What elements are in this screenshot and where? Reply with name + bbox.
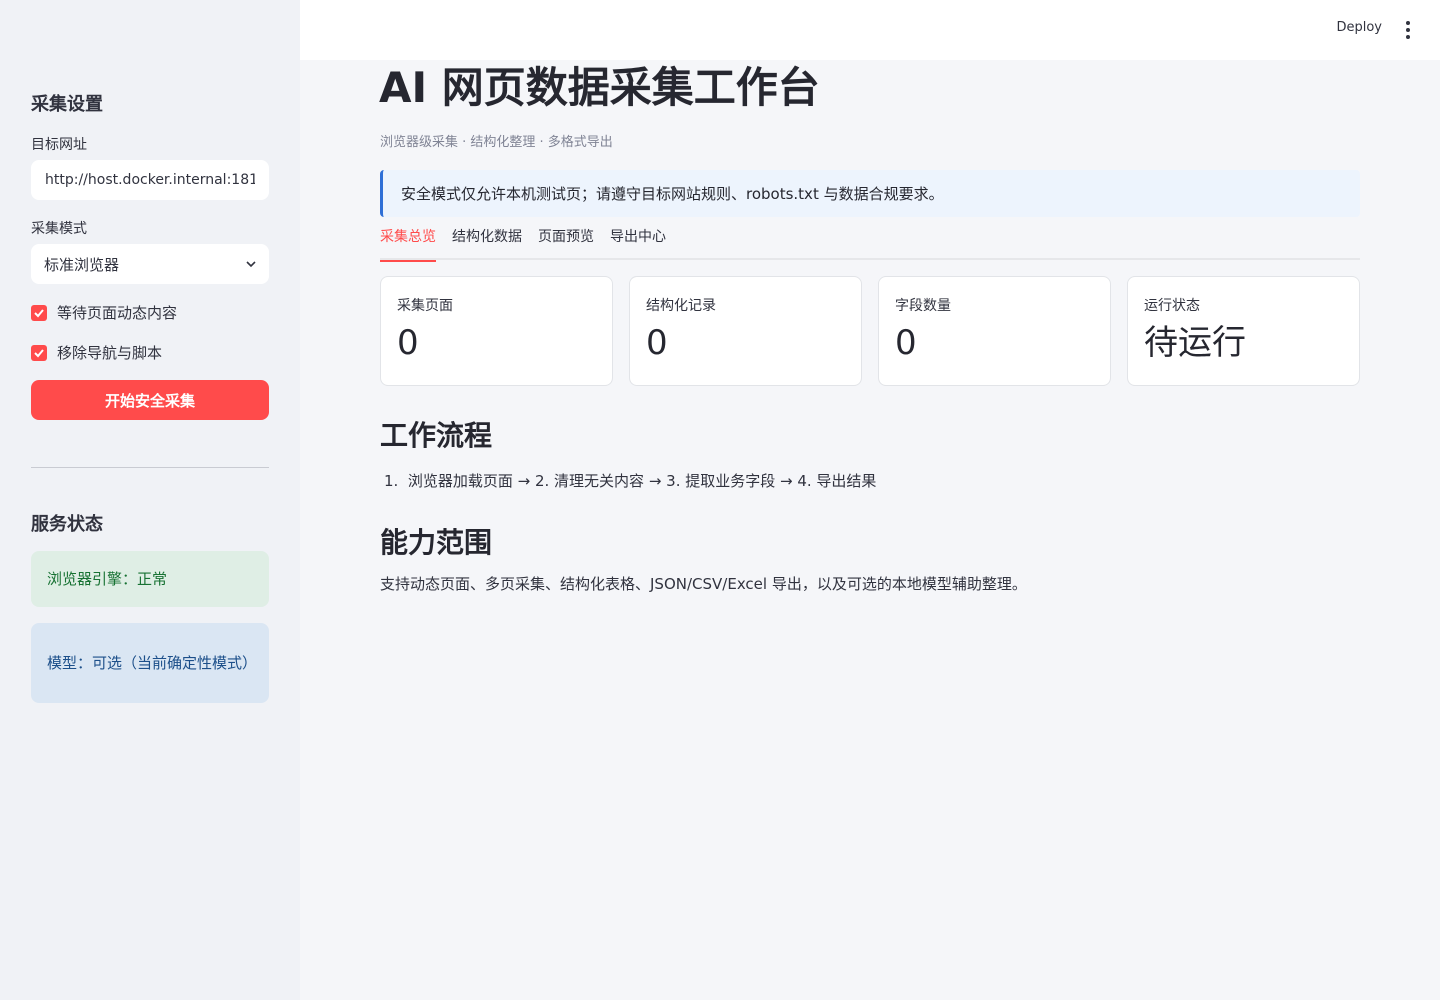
top-header: Deploy (300, 0, 1440, 60)
safety-info-alert: 安全模式仅允许本机测试页；请遵守目标网站规则、robots.txt 与数据合规要… (380, 170, 1360, 217)
scope-text: 支持动态页面、多页采集、结构化表格、JSON/CSV/Excel 导出，以及可选… (380, 575, 1027, 593)
remove-nav-label: 移除导航与脚本 (57, 344, 163, 362)
model-status-text: 模型：可选（当前确定性模式） (47, 654, 258, 672)
chevron-down-icon (246, 261, 256, 268)
metric-value: 0 (646, 323, 668, 363)
metric-card-records: 结构化记录 0 (629, 276, 862, 386)
sidebar: 采集设置 目标网址 采集模式 标准浏览器 等待页面动态内容 移除导航与脚本 开始… (0, 0, 300, 1000)
metric-card-fields: 字段数量 0 (878, 276, 1111, 386)
url-input[interactable] (32, 161, 268, 199)
metric-card-status: 运行状态 待运行 (1127, 276, 1360, 386)
tab-export-center[interactable]: 导出中心 (610, 226, 666, 260)
url-input-wrapper (31, 160, 269, 200)
settings-heading: 采集设置 (31, 94, 103, 115)
tab-overview[interactable]: 采集总览 (380, 226, 436, 262)
status-heading: 服务状态 (31, 514, 103, 535)
metric-label: 运行状态 (1144, 298, 1200, 314)
metric-label: 字段数量 (895, 298, 951, 314)
page-title: AI 网页数据采集工作台 (379, 63, 820, 112)
model-status-alert: 模型：可选（当前确定性模式） (31, 623, 269, 703)
remove-nav-checkbox[interactable]: 移除导航与脚本 (31, 342, 162, 363)
metric-value: 0 (895, 323, 917, 363)
workflow-list-number: 1. (384, 472, 399, 490)
metric-label: 结构化记录 (646, 298, 716, 314)
mode-select[interactable]: 标准浏览器 (31, 244, 269, 284)
wait-dynamic-checkbox[interactable]: 等待页面动态内容 (31, 302, 177, 323)
workflow-list-text: 浏览器加载页面 → 2. 清理无关内容 → 3. 提取业务字段 → 4. 导出结… (407, 472, 877, 490)
mode-label: 采集模式 (31, 221, 87, 237)
metric-card-pages: 采集页面 0 (380, 276, 613, 386)
scope-heading: 能力范围 (380, 526, 493, 559)
sidebar-divider (31, 467, 269, 468)
metric-value: 待运行 (1144, 323, 1246, 363)
mode-select-value: 标准浏览器 (44, 255, 120, 274)
browser-status-text: 浏览器引擎：正常 (47, 570, 168, 588)
wait-dynamic-label: 等待页面动态内容 (57, 304, 178, 322)
metric-value: 0 (397, 323, 419, 363)
tab-bar: 采集总览 结构化数据 页面预览 导出中心 (380, 226, 1360, 262)
tab-structured-data[interactable]: 结构化数据 (452, 226, 522, 260)
safety-info-text: 安全模式仅允许本机测试页；请遵守目标网站规则、robots.txt 与数据合规要… (401, 185, 944, 203)
workflow-list: 1. 浏览器加载页面 → 2. 清理无关内容 → 3. 提取业务字段 → 4. … (384, 470, 876, 491)
workflow-heading: 工作流程 (380, 419, 493, 452)
start-scrape-button[interactable]: 开始安全采集 (31, 380, 269, 420)
metric-label: 采集页面 (397, 298, 453, 314)
browser-status-alert: 浏览器引擎：正常 (31, 551, 269, 607)
page-subtitle: 浏览器级采集 · 结构化整理 · 多格式导出 (380, 135, 613, 150)
deploy-button[interactable]: Deploy (1336, 20, 1382, 35)
url-label: 目标网址 (31, 137, 87, 153)
checkbox-checked-icon (31, 344, 47, 361)
more-menu-icon[interactable] (1400, 18, 1416, 42)
tab-page-preview[interactable]: 页面预览 (538, 226, 594, 260)
checkbox-checked-icon (31, 304, 47, 321)
